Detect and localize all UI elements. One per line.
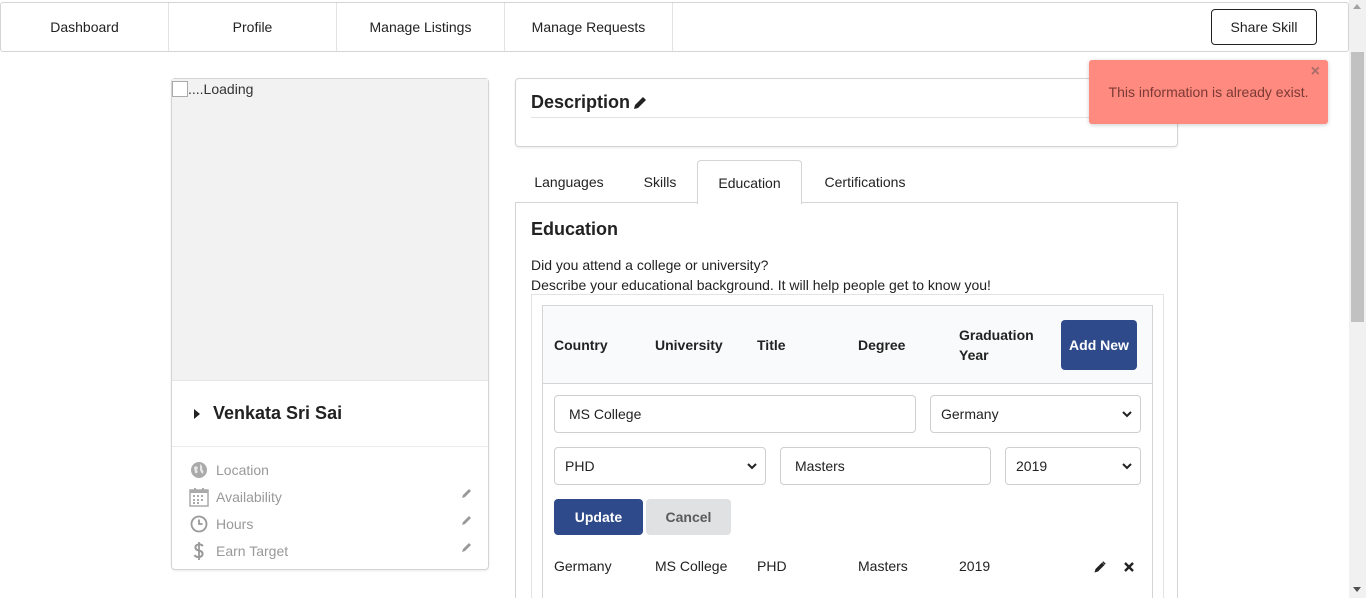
info-availability: Availability (172, 483, 488, 510)
row-year: 2019 (959, 558, 991, 574)
chevron-down-icon (747, 463, 757, 470)
top-nav: Dashboard Profile Manage Listings Manage… (0, 2, 1349, 52)
hours-label: Hours (216, 515, 254, 532)
title-select[interactable]: PHD (554, 447, 766, 485)
title-select-value: PHD (565, 458, 595, 474)
info-hours: Hours (172, 510, 488, 537)
toast-close-icon[interactable]: × (1311, 63, 1320, 81)
profile-name-row[interactable]: Venkata Sri Sai (172, 381, 488, 447)
broken-image: ....Loading (172, 81, 253, 97)
update-button[interactable]: Update (554, 499, 643, 535)
delete-row-close-icon[interactable] (1123, 561, 1135, 573)
row-country: Germany (554, 558, 612, 574)
description-title: Description (531, 92, 631, 112)
caret-right-icon[interactable] (194, 408, 200, 419)
description-title-row: Description (531, 92, 648, 113)
header-graduation-year: Graduation Year (959, 327, 1034, 363)
cancel-button[interactable]: Cancel (646, 499, 731, 535)
profile-card: ....Loading Venkata Sri Sai Location Ava… (171, 78, 489, 570)
tab-languages[interactable]: Languages (515, 160, 623, 203)
info-location: Location (172, 456, 488, 483)
table-header: Country University Title Degree Graduati… (543, 306, 1152, 384)
tab-education[interactable]: Education (697, 160, 802, 204)
add-new-button[interactable]: Add New (1061, 320, 1137, 370)
page-scrollbar[interactable] (1349, 0, 1366, 598)
description-card: Description (515, 78, 1178, 147)
year-select-value: 2019 (1016, 458, 1048, 474)
profile-info-list: Location Availability Hours Earn Target (172, 447, 488, 564)
availability-label: Availability (216, 488, 282, 505)
nav-dashboard[interactable]: Dashboard (1, 3, 169, 51)
tab-skills[interactable]: Skills (623, 160, 697, 203)
edit-description-pencil-icon[interactable] (633, 95, 648, 110)
profile-tabs: Languages Skills Education Certification… (515, 160, 928, 204)
edit-earn-target-pencil-icon[interactable] (461, 541, 473, 553)
row-degree: Masters (858, 558, 908, 574)
degree-input[interactable]: Masters (780, 447, 991, 485)
error-toast: This information is already exist. × (1089, 60, 1328, 124)
profile-image: ....Loading (172, 79, 488, 381)
edit-row-pencil-icon[interactable] (1094, 561, 1106, 573)
header-title: Title (757, 337, 786, 353)
nav-manage-requests[interactable]: Manage Requests (505, 3, 673, 51)
info-earn-target: Earn Target (172, 537, 488, 564)
image-alt-text: ....Loading (188, 81, 254, 97)
header-university: University (655, 337, 723, 353)
earn-target-label: Earn Target (216, 542, 289, 559)
country-select[interactable]: Germany (930, 395, 1141, 433)
education-panel: Education Did you attend a college or un… (515, 202, 1178, 598)
university-input[interactable]: MS College (554, 395, 916, 433)
location-label: Location (216, 461, 269, 478)
nav-manage-listings[interactable]: Manage Listings (337, 3, 505, 51)
education-hint: Describe your educational background. It… (531, 277, 991, 293)
country-select-value: Germany (941, 406, 999, 422)
header-country: Country (554, 337, 608, 353)
header-degree: Degree (858, 337, 906, 353)
profile-name: Venkata Sri Sai (213, 403, 343, 423)
nav-profile[interactable]: Profile (169, 3, 337, 51)
scroll-thumb[interactable] (1351, 52, 1364, 322)
share-skill-button[interactable]: Share Skill (1211, 9, 1317, 45)
education-title: Education (531, 219, 619, 239)
edit-availability-pencil-icon[interactable] (461, 487, 473, 499)
scroll-down-icon[interactable] (1353, 587, 1361, 592)
calendar-icon (189, 487, 209, 507)
education-box: Country University Title Degree Graduati… (531, 294, 1164, 598)
row-university: MS College (655, 558, 728, 574)
edit-hours-pencil-icon[interactable] (461, 514, 473, 526)
row-title: PHD (757, 558, 787, 574)
broken-image-icon (172, 81, 188, 97)
education-question: Did you attend a college or university? (531, 257, 769, 273)
chevron-down-icon (1122, 463, 1132, 470)
tab-certifications[interactable]: Certifications (802, 160, 928, 203)
scroll-up-icon[interactable] (1353, 4, 1361, 9)
dollar-icon (189, 541, 209, 561)
chevron-down-icon (1122, 411, 1132, 418)
education-table: Country University Title Degree Graduati… (542, 305, 1153, 598)
description-divider (531, 117, 1163, 118)
toast-message: This information is already exist. (1108, 84, 1309, 100)
clock-icon (189, 514, 209, 534)
globe-icon (189, 460, 209, 480)
year-select[interactable]: 2019 (1005, 447, 1141, 485)
